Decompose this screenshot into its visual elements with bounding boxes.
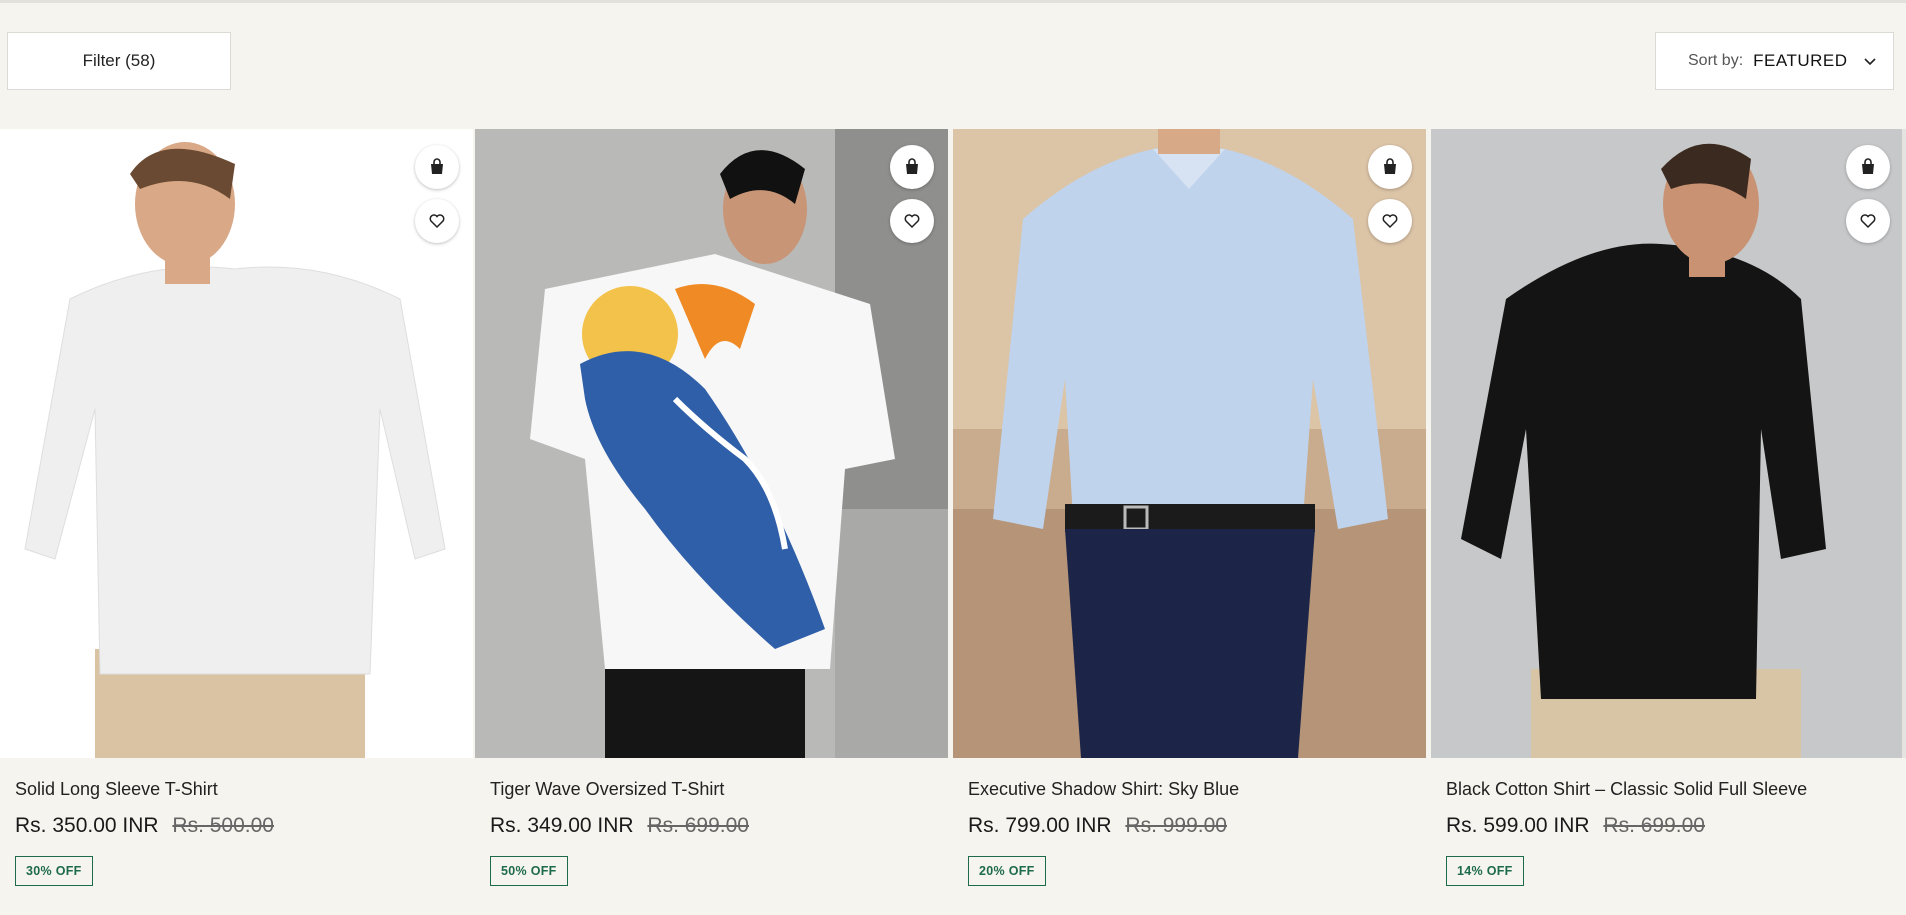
- shopping-bag-icon: [1862, 158, 1874, 174]
- sort-label: Sort by:: [1688, 52, 1744, 69]
- product-image[interactable]: [953, 129, 1426, 758]
- heart-icon: [904, 214, 920, 229]
- sale-price: Rs. 599.00 INR: [1446, 814, 1590, 837]
- product-card[interactable]: Tiger Wave Oversized T-Shirt Rs. 349.00 …: [475, 129, 948, 915]
- price-row: Rs. 350.00 INR Rs. 500.00: [15, 814, 463, 838]
- add-to-bag-button[interactable]: [415, 145, 459, 189]
- compare-price: Rs. 500.00: [172, 814, 274, 837]
- heart-icon: [1382, 214, 1398, 229]
- compare-price: Rs. 699.00: [1603, 814, 1705, 837]
- product-card[interactable]: Solid Long Sleeve T-Shirt Rs. 350.00 INR…: [0, 129, 473, 915]
- price-row: Rs. 349.00 INR Rs. 699.00: [490, 814, 938, 838]
- filter-label: Filter (58): [82, 51, 156, 70]
- shopping-bag-icon: [906, 158, 918, 174]
- compare-price: Rs. 699.00: [647, 814, 749, 837]
- price-row: Rs. 799.00 INR Rs. 999.00: [968, 814, 1416, 838]
- discount-badge: 20% OFF: [968, 856, 1046, 886]
- product-card[interactable]: Black Cotton Shirt – Classic Solid Full …: [1431, 129, 1904, 915]
- product-info: Tiger Wave Oversized T-Shirt Rs. 349.00 …: [490, 779, 938, 886]
- compare-price: Rs. 999.00: [1125, 814, 1227, 837]
- sort-dropdown[interactable]: Sort by: FEATURED: [1655, 32, 1894, 90]
- add-to-bag-button[interactable]: [890, 145, 934, 189]
- product-title[interactable]: Tiger Wave Oversized T-Shirt: [490, 779, 938, 800]
- price-row: Rs. 599.00 INR Rs. 699.00: [1446, 814, 1894, 838]
- product-title[interactable]: Executive Shadow Shirt: Sky Blue: [968, 779, 1416, 800]
- product-title[interactable]: Solid Long Sleeve T-Shirt: [15, 779, 463, 800]
- product-grid: Solid Long Sleeve T-Shirt Rs. 350.00 INR…: [0, 129, 1906, 915]
- product-info: Solid Long Sleeve T-Shirt Rs. 350.00 INR…: [15, 779, 463, 886]
- discount-badge: 30% OFF: [15, 856, 93, 886]
- wishlist-button[interactable]: [415, 199, 459, 243]
- heart-icon: [429, 214, 445, 229]
- filter-button[interactable]: Filter (58): [7, 32, 231, 90]
- sort-value: FEATURED: [1753, 51, 1848, 70]
- heart-icon: [1860, 214, 1876, 229]
- product-image[interactable]: [475, 129, 948, 758]
- sale-price: Rs. 349.00 INR: [490, 814, 634, 837]
- shopping-bag-icon: [431, 158, 443, 174]
- discount-badge: 14% OFF: [1446, 856, 1524, 886]
- sale-price: Rs. 350.00 INR: [15, 814, 159, 837]
- product-card[interactable]: Executive Shadow Shirt: Sky Blue Rs. 799…: [953, 129, 1426, 915]
- product-image[interactable]: [0, 129, 473, 758]
- product-info: Black Cotton Shirt – Classic Solid Full …: [1446, 779, 1894, 886]
- collection-toolbar: Filter (58) Sort by: FEATURED: [0, 0, 1906, 128]
- discount-badge: 50% OFF: [490, 856, 568, 886]
- sale-price: Rs. 799.00 INR: [968, 814, 1112, 837]
- product-image[interactable]: [1431, 129, 1904, 758]
- wishlist-button[interactable]: [890, 199, 934, 243]
- add-to-bag-button[interactable]: [1846, 145, 1890, 189]
- product-title[interactable]: Black Cotton Shirt – Classic Solid Full …: [1446, 779, 1894, 800]
- wishlist-button[interactable]: [1368, 199, 1412, 243]
- product-info: Executive Shadow Shirt: Sky Blue Rs. 799…: [968, 779, 1416, 886]
- shopping-bag-icon: [1384, 158, 1396, 174]
- wishlist-button[interactable]: [1846, 199, 1890, 243]
- add-to-bag-button[interactable]: [1368, 145, 1412, 189]
- scrollbar-track[interactable]: [1902, 129, 1906, 758]
- chevron-down-icon: [1862, 53, 1878, 69]
